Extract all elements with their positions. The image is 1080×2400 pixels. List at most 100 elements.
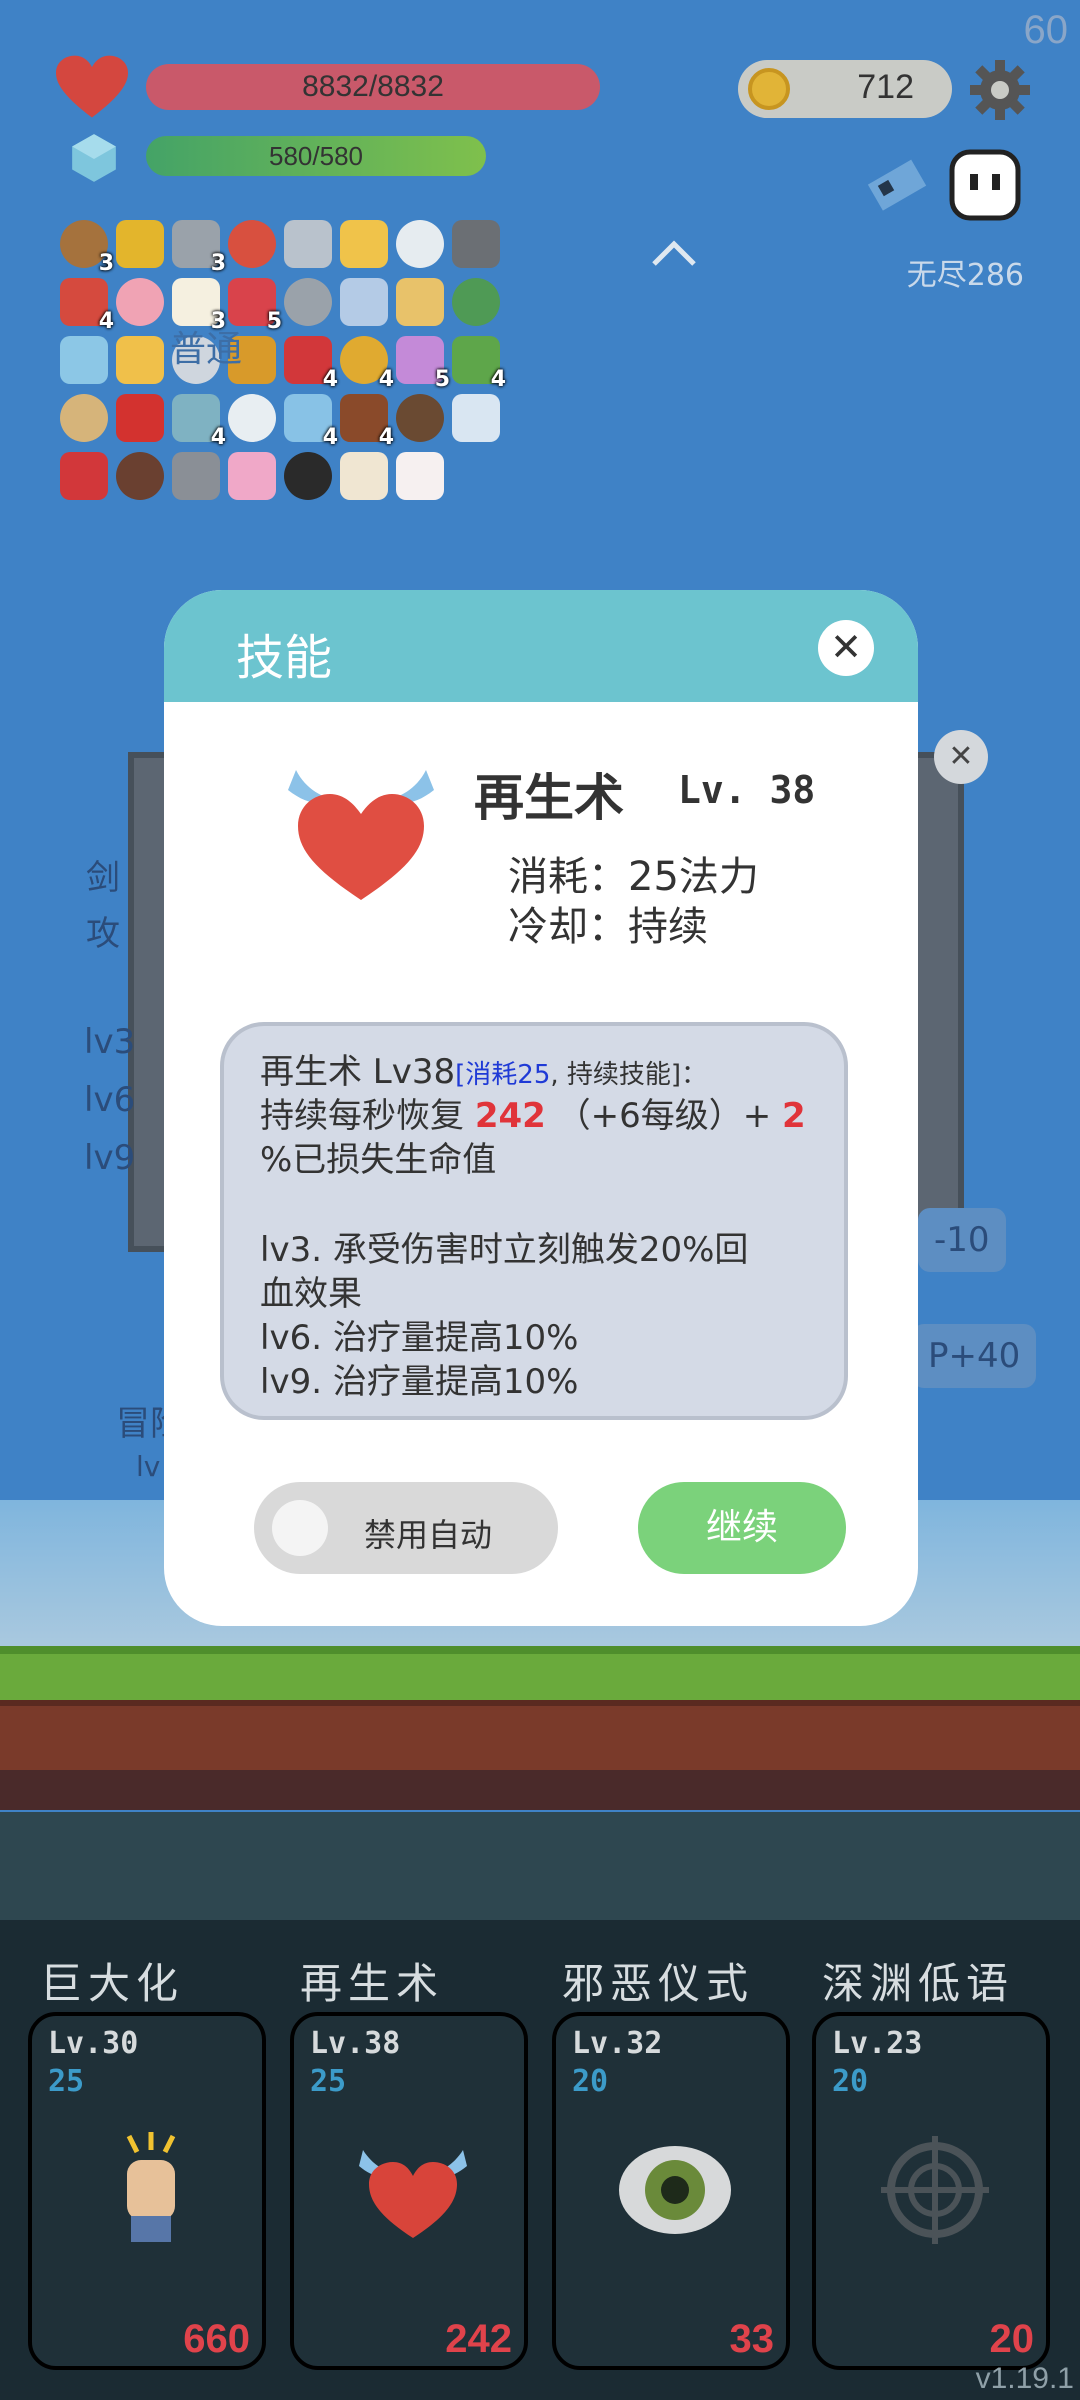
- item-count: 4: [210, 425, 226, 450]
- skill-slot-value: 33: [729, 2317, 775, 2361]
- pirate-ship-icon[interactable]: [116, 452, 164, 500]
- background-text: lv6: [84, 1080, 136, 1120]
- cake-icon[interactable]: 4: [340, 394, 394, 450]
- desc-line: lv9. 治疗量提高10%: [260, 1362, 579, 1402]
- dirt-ground-dark: [0, 1770, 1080, 1810]
- endless-level: 无尽286: [906, 258, 1024, 293]
- item-count: 4: [490, 367, 506, 392]
- skill-slot-cost: 25: [310, 2064, 347, 2099]
- skill-slot-level: Lv.30: [48, 2026, 139, 2061]
- skill-slot[interactable]: Lv.38 25 242: [290, 2012, 528, 2370]
- adventure-level: lv: [136, 1450, 161, 1483]
- magnet-icon[interactable]: [116, 394, 164, 442]
- skill-slot[interactable]: Lv.23 20 20: [812, 2012, 1050, 2370]
- toggle-knob[interactable]: [272, 1500, 328, 1556]
- background-chip: -10: [918, 1208, 1006, 1272]
- gear-icon[interactable]: [968, 58, 1032, 122]
- red-shield-icon[interactable]: [228, 220, 276, 268]
- heart-icon[interactable]: 5: [228, 278, 282, 334]
- desc-line: 持续每秒恢复 242 （+6每级）+ 2: [260, 1096, 806, 1136]
- skill-slot[interactable]: Lv.32 20 33: [552, 2012, 790, 2370]
- continue-button[interactable]: 继续: [638, 1482, 846, 1574]
- desc-line: lv6. 治疗量提高10%: [260, 1318, 579, 1358]
- coin-counter: 712: [738, 60, 952, 118]
- skill-slot-value: 660: [183, 2317, 250, 2361]
- skill-slot-title: 巨大化: [40, 1959, 185, 2008]
- skill-slot[interactable]: Lv.30 25 660: [28, 2012, 266, 2370]
- sun-icon[interactable]: [340, 220, 388, 268]
- heart-icon: [56, 55, 128, 118]
- watermelon-icon[interactable]: 4: [452, 336, 506, 392]
- meteor-icon[interactable]: 3: [172, 220, 226, 276]
- axe-icon[interactable]: [284, 278, 332, 326]
- molecule-icon[interactable]: [228, 394, 276, 442]
- chevron-up-icon[interactable]: [650, 238, 698, 268]
- pixel-fish-icon[interactable]: [862, 148, 940, 220]
- background-chip: P+40: [912, 1324, 1037, 1388]
- helmet-icon[interactable]: [452, 220, 500, 268]
- spray-icon[interactable]: [116, 278, 164, 326]
- skill-slot-value: 242: [445, 2317, 512, 2361]
- disable-auto-toggle[interactable]: 禁用自动: [254, 1482, 558, 1574]
- toggle-label: 禁用自动: [364, 1516, 493, 1554]
- background-text: 剑: [86, 858, 120, 898]
- potion-face-icon[interactable]: 4: [284, 394, 338, 450]
- fist-icon: [91, 2130, 211, 2250]
- flower-icon[interactable]: 3: [172, 278, 226, 334]
- skill-slot-level: Lv.38: [310, 2026, 401, 2061]
- sunflower-icon[interactable]: [116, 220, 164, 268]
- shield-round-icon[interactable]: 3: [60, 220, 114, 276]
- winged-heart-icon: [288, 770, 434, 900]
- background-text: lv3: [84, 1022, 136, 1062]
- close-button[interactable]: ✕: [818, 620, 874, 676]
- winged-heart-icon: [353, 2130, 473, 2250]
- playing-card-icon[interactable]: [284, 452, 332, 500]
- paper-icon[interactable]: [340, 452, 388, 500]
- eye-icon: [615, 2130, 735, 2250]
- coconut-icon[interactable]: [396, 394, 444, 442]
- skill-slot-title: 邪恶仪式: [562, 1959, 755, 2008]
- skill-slot-cost: 25: [48, 2064, 85, 2099]
- potted-flower-icon[interactable]: 5: [396, 336, 450, 392]
- crosshair-icon: [875, 2130, 995, 2250]
- scroll-icon[interactable]: [60, 394, 108, 442]
- item-count: 3: [98, 251, 114, 276]
- item-count: 4: [378, 367, 394, 392]
- target-disc-icon[interactable]: 4: [172, 394, 226, 450]
- shirt-icon[interactable]: [340, 278, 388, 326]
- cash-icon[interactable]: [452, 278, 500, 326]
- sock-icon[interactable]: 4: [60, 278, 114, 334]
- briefcase-icon[interactable]: [396, 220, 444, 268]
- skill-slot-value: 20: [989, 2317, 1035, 2361]
- skill-name: 再生术: [474, 769, 624, 827]
- strawberry-icon[interactable]: [60, 452, 108, 500]
- coins-stack-icon[interactable]: 4: [340, 336, 394, 392]
- coin-icon: [748, 68, 790, 110]
- desc-line: %已损失生命值: [260, 1140, 497, 1180]
- sword-icon[interactable]: [284, 220, 332, 268]
- skill-slot-cost: 20: [572, 2064, 609, 2099]
- item-count: 3: [210, 251, 226, 276]
- calendar-icon[interactable]: [228, 452, 276, 500]
- item-count: 5: [434, 367, 450, 392]
- desc-line: 血效果: [260, 1274, 362, 1314]
- skill-slot-level: Lv.32: [572, 2026, 663, 2061]
- beer-icon[interactable]: [116, 336, 164, 384]
- skill-slot-level: Lv.23: [832, 2026, 923, 2061]
- background-close-button[interactable]: ✕: [934, 730, 988, 784]
- apple-icon[interactable]: 4: [284, 336, 338, 392]
- item-count: 4: [322, 425, 338, 450]
- spiked-ball-icon[interactable]: [172, 452, 220, 500]
- skill-dialog: 技能 ✕ 再生术 Lv. 38 消耗：25法力 冷却：持续 再生术 Lv38[消…: [164, 590, 918, 1626]
- feather-icon[interactable]: [60, 336, 108, 384]
- dialog-header: 技能 ✕: [164, 590, 918, 702]
- skill-slot-cost: 20: [832, 2064, 869, 2099]
- skill-slot-title: 再生术: [300, 1959, 445, 2008]
- jar-icon[interactable]: [396, 452, 444, 500]
- star-card-icon[interactable]: [452, 394, 500, 442]
- background-text: 攻: [86, 914, 120, 954]
- ghost-face-icon[interactable]: [948, 148, 1022, 222]
- map-icon[interactable]: [396, 278, 444, 326]
- skill-slot-title: 深渊低语: [822, 1959, 1015, 2008]
- skill-level: Lv. 38: [678, 768, 816, 812]
